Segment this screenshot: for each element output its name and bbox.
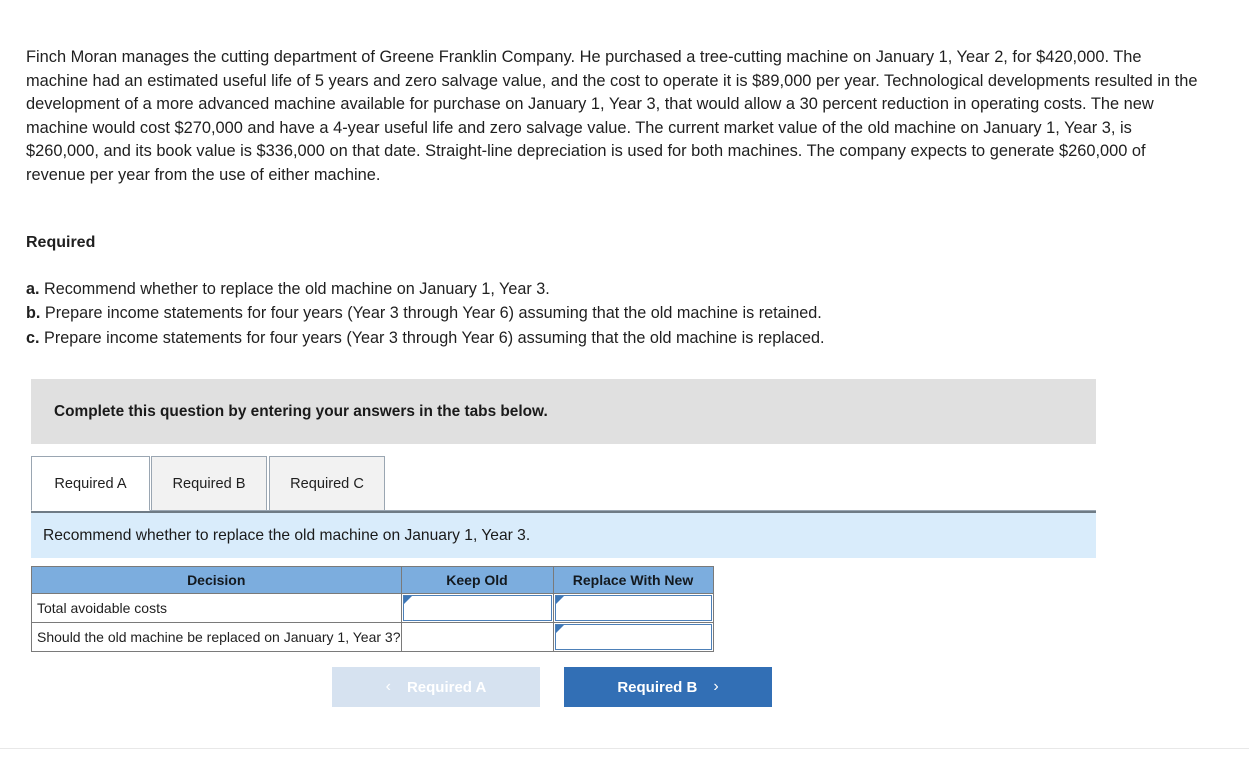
cell-replace-new-total-avoidable-costs[interactable] (552, 593, 714, 623)
input-replace-new-should-replace[interactable] (554, 624, 712, 650)
cell-keep-old-total-avoidable-costs[interactable] (400, 593, 554, 623)
cell-replace-new-should-replace[interactable] (552, 622, 714, 652)
tab-required-a[interactable]: Required A (31, 456, 150, 511)
required-item-b: b. Prepare income statements for four ye… (26, 301, 1126, 325)
input-keep-old-total-avoidable-costs[interactable] (402, 595, 552, 621)
tab-required-b-label: Required B (172, 475, 246, 492)
prompt-bar: Recommend whether to replace the old mac… (31, 511, 1096, 558)
input-replace-new-total-avoidable-costs[interactable] (554, 595, 712, 621)
question-page: Finch Moran manages the cutting departme… (0, 0, 1249, 776)
tab-required-b[interactable]: Required B (151, 456, 267, 511)
table-row: Should the old machine be replaced on Ja… (31, 622, 714, 652)
tab-navigation: ‹ Required A Required B › (332, 667, 772, 707)
next-tab-button[interactable]: Required B › (564, 667, 772, 707)
table-row: Total avoidable costs (31, 593, 714, 623)
row-label-should-replace: Should the old machine be replaced on Ja… (31, 622, 402, 652)
chevron-right-icon: › (713, 678, 719, 695)
header-decision: Decision (31, 566, 402, 594)
chevron-left-icon: ‹ (385, 678, 391, 695)
tab-required-c[interactable]: Required C (269, 456, 385, 511)
answer-table: Decision Keep Old Replace With New Total… (31, 566, 714, 652)
instruction-banner-text: Complete this question by entering your … (54, 402, 548, 420)
required-item-a-marker: a. (26, 280, 40, 298)
prompt-bar-text: Recommend whether to replace the old mac… (43, 526, 531, 544)
row-label-total-avoidable-costs: Total avoidable costs (31, 593, 402, 623)
tab-required-a-label: Required A (54, 475, 127, 492)
required-item-b-text: Prepare income statements for four years… (44, 304, 822, 323)
cell-keep-old-should-replace (400, 622, 554, 652)
required-item-a-text: Recommend whether to replace the old mac… (44, 280, 550, 298)
blank-keep-old-should-replace (401, 623, 553, 651)
required-heading: Required (26, 234, 96, 251)
tab-required-c-label: Required C (290, 475, 364, 492)
required-item-c: c. Prepare income statements for four ye… (26, 326, 1126, 350)
bottom-toolbar (0, 749, 1249, 776)
required-item-b-marker: b. (26, 304, 41, 323)
previous-tab-label: Required A (406, 678, 487, 696)
required-item-a: a. Recommend whether to replace the old … (26, 277, 1126, 301)
required-item-c-marker: c. (26, 328, 40, 347)
required-item-c-text: Prepare income statements for four years… (44, 328, 825, 347)
problem-narrative: Finch Moran manages the cutting departme… (26, 48, 1198, 184)
tab-strip: Required A Required B Required C (31, 456, 1096, 511)
instruction-banner: Complete this question by entering your … (31, 379, 1096, 444)
next-tab-label: Required B (617, 678, 698, 696)
required-list: a. Recommend whether to replace the old … (26, 277, 1126, 350)
header-keep-old: Keep Old (400, 566, 554, 594)
table-header-row: Decision Keep Old Replace With New (31, 566, 714, 594)
previous-tab-button[interactable]: ‹ Required A (332, 667, 540, 707)
header-replace-with-new: Replace With New (552, 566, 714, 594)
